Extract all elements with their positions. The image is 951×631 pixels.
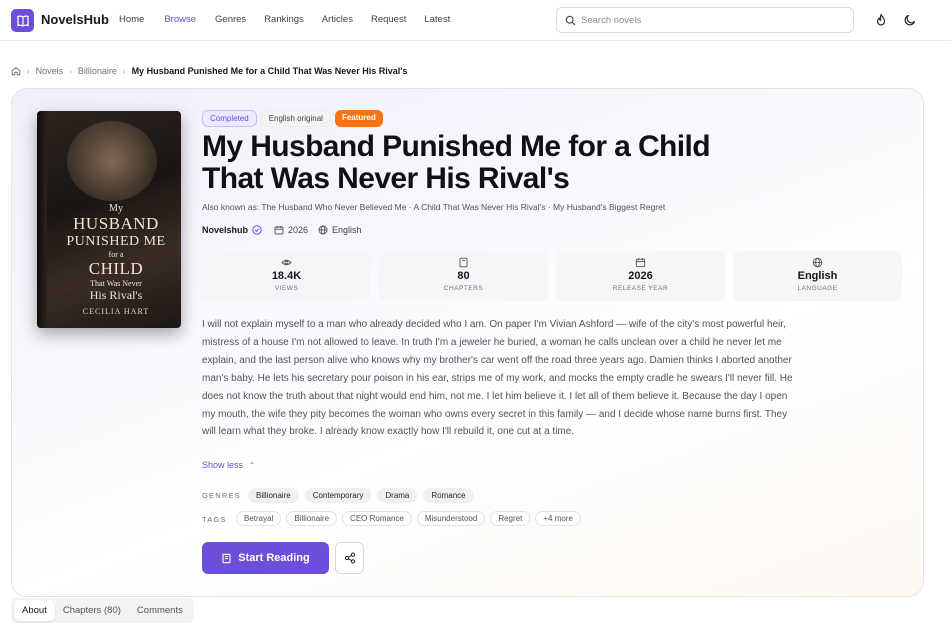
show-less-label: Show less <box>202 460 244 470</box>
chevron-right-icon: › <box>122 66 126 76</box>
genre-chip[interactable]: Drama <box>377 488 418 503</box>
cover-title-line: My <box>109 203 123 214</box>
tag-chip[interactable]: Regret <box>490 511 531 526</box>
stat-label: RELEASE YEAR <box>612 285 669 292</box>
start-reading-label: Start Reading <box>238 552 310 564</box>
book-icon <box>459 257 468 268</box>
tag-chip[interactable]: Misunderstood <box>416 511 486 526</box>
status-badges: Completed English original Featured <box>202 110 383 127</box>
genre-chip[interactable]: Billionaire <box>248 488 299 503</box>
tags-label: TAGS <box>202 515 227 524</box>
nav-rankings[interactable]: Rankings <box>264 14 304 25</box>
search-input[interactable]: Search novels <box>556 7 854 33</box>
synopsis-text: I will not explain myself to a man who a… <box>202 319 793 438</box>
novel-hero-card: My HUSBAND PUNISHED ME for a CHILD That … <box>11 88 924 597</box>
genres-label: GENRES <box>202 491 241 500</box>
breadcrumb-billionaire[interactable]: Billionaire <box>78 66 117 76</box>
chevron-right-icon: › <box>27 66 30 76</box>
nav-home[interactable]: Home <box>119 14 144 25</box>
cover-title-line: PUNISHED ME <box>66 234 166 249</box>
stat-value: 18.4K <box>271 270 302 282</box>
cover-title-line: HUSBAND <box>73 214 159 233</box>
cover-spine <box>37 111 47 328</box>
cover-title-line: His Rival's <box>89 288 143 302</box>
cover-author: CECILIA HART <box>82 307 150 316</box>
tag-chip[interactable]: Betrayal <box>236 511 282 526</box>
home-icon[interactable] <box>11 66 21 76</box>
nav-browse[interactable]: Browse <box>164 14 196 25</box>
breadcrumb-current: My Husband Punished Me for a Child That … <box>131 66 408 76</box>
tab-chapters[interactable]: Chapters (80) <box>55 600 129 621</box>
breadcrumb-novels[interactable]: Novels <box>36 66 64 76</box>
verified-icon <box>252 225 262 235</box>
nav-genres[interactable]: Genres <box>215 14 246 25</box>
stat-value: 80 <box>457 270 470 282</box>
start-reading-button[interactable]: Start Reading <box>202 542 329 574</box>
top-navigation-bar: NovelsHub Home Browse Genres Rankings Ar… <box>0 0 951 41</box>
stat-language: English LANGUAGE <box>733 251 902 301</box>
breadcrumb: › Novels › Billionaire › My Husband Puni… <box>11 66 407 76</box>
stat-label: LANGUAGE <box>797 285 838 292</box>
tag-chips: Betrayal Billionaire CEO Romance Misunde… <box>236 511 581 526</box>
genre-chip[interactable]: Contemporary <box>304 488 372 503</box>
novel-language: English <box>332 225 362 235</box>
nav-articles[interactable]: Articles <box>322 14 353 25</box>
stat-label: CHAPTERS <box>443 285 484 292</box>
tab-comments[interactable]: Comments <box>129 600 191 621</box>
more-tags-chip[interactable]: +4 more <box>535 511 581 526</box>
cover-title-line: for a <box>108 250 124 259</box>
globe-icon <box>812 257 823 268</box>
genre-chips: Billionaire Contemporary Drama Romance <box>248 488 474 503</box>
stat-value: English <box>797 270 838 282</box>
stat-release-year: 2026 RELEASE YEAR <box>556 251 725 301</box>
cover-title-line: CHILD <box>88 259 144 278</box>
calendar-icon <box>274 226 284 235</box>
status-badge: Completed <box>202 110 257 127</box>
novel-title: My Husband Punished Me for a Child That … <box>202 130 711 195</box>
stat-value: 2026 <box>628 270 653 282</box>
cover-title-line: That Was Never <box>90 279 142 288</box>
genre-chip[interactable]: Romance <box>423 488 474 503</box>
brand-name[interactable]: NovelsHub <box>41 12 109 27</box>
stat-chapters: 80 CHAPTERS <box>379 251 548 301</box>
chevron-up-icon: ⌃ <box>248 461 256 470</box>
calendar-icon <box>635 258 646 268</box>
main-nav: Home Browse Genres Rankings Articles Req… <box>119 14 450 25</box>
novel-meta: Novelshub 2026 English <box>202 225 362 235</box>
featured-badge: Featured <box>334 110 383 127</box>
tag-chip[interactable]: CEO Romance <box>342 511 412 526</box>
author-name[interactable]: Novelshub <box>202 225 248 235</box>
content-tabs: About Chapters (80) Comments <box>11 598 194 623</box>
search-icon <box>565 15 576 26</box>
tag-chip[interactable]: Billionaire <box>286 511 338 526</box>
tab-about[interactable]: About <box>14 600 55 621</box>
stats-row: 18.4K VIEWS 80 CHAPTERS 2026 RELEASE YEA… <box>202 251 902 301</box>
book-open-icon <box>222 553 231 563</box>
share-button[interactable] <box>335 542 364 574</box>
show-less-toggle[interactable]: Show less ⌃ <box>202 460 255 470</box>
cover-title: My HUSBAND PUNISHED ME for a CHILD That … <box>51 203 181 303</box>
stat-label: VIEWS <box>274 285 299 292</box>
stat-views: 18.4K VIEWS <box>202 251 371 301</box>
globe-icon <box>318 225 328 235</box>
release-year: 2026 <box>288 225 309 235</box>
flame-icon[interactable] <box>874 13 888 27</box>
chevron-right-icon: › <box>69 66 72 76</box>
search-placeholder: Search novels <box>581 15 642 26</box>
book-cover[interactable]: My HUSBAND PUNISHED ME for a CHILD That … <box>37 111 181 328</box>
nav-request[interactable]: Request <box>371 14 406 25</box>
nav-latest[interactable]: Latest <box>424 14 450 25</box>
eye-icon <box>281 259 292 266</box>
alternative-titles: Also known as: The Husband Who Never Bel… <box>202 202 666 212</box>
origin-badge: English original <box>260 110 331 127</box>
share-icon <box>344 552 355 564</box>
logo-book-icon[interactable] <box>11 9 34 32</box>
moon-icon[interactable] <box>903 13 917 27</box>
cover-artwork <box>67 121 157 201</box>
